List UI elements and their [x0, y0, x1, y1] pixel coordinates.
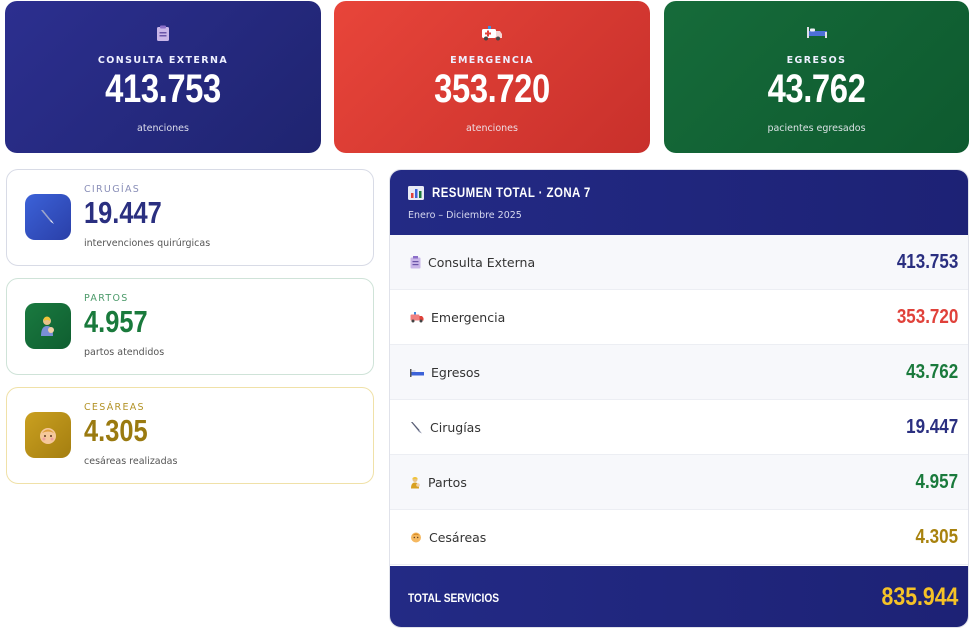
stat-value: 4.957 [84, 304, 148, 339]
summary-total: TOTAL SERVICIOS 835.944 [390, 566, 968, 627]
table-row: Consulta Externa 413.753 [390, 235, 968, 290]
clipboard-icon [5, 25, 321, 43]
egresos-card: EGRESOS 43.762 pacientes egresados [664, 1, 969, 153]
summary-panel: RESUMEN TOTAL · ZONA 7 Enero – Diciembre… [389, 169, 969, 628]
bar-chart-icon [408, 185, 424, 200]
table-row: Emergencia 353.720 [390, 290, 968, 345]
card-subtitle: atenciones [466, 123, 518, 134]
card-label: EMERGENCIA [450, 55, 534, 66]
stat-value: 19.447 [84, 195, 162, 230]
cesareas-card: CESÁREAS 4.305 cesáreas realizadas [6, 387, 374, 484]
table-row: Egresos 43.762 [390, 345, 968, 400]
stat-subtitle: cesáreas realizadas [84, 456, 178, 467]
summary-title-text: RESUMEN TOTAL · ZONA 7 [432, 185, 591, 200]
total-label: TOTAL SERVICIOS [408, 590, 500, 605]
row-value: 413.753 [896, 250, 958, 273]
scalpel-icon [411, 421, 422, 433]
row-label: Partos [428, 474, 467, 490]
ambulance-icon [410, 311, 424, 322]
consulta-externa-card: CONSULTA EXTERNA 413.753 atenciones [5, 1, 321, 153]
emergencia-card: EMERGENCIA 353.720 atenciones [334, 1, 650, 153]
row-value: 4.305 [915, 525, 958, 548]
baby-icon [25, 412, 71, 458]
row-value: 4.957 [915, 470, 958, 493]
summary-subtitle: Enero – Diciembre 2025 [408, 210, 522, 221]
scalpel-icon [25, 194, 71, 240]
stat-label: CESÁREAS [84, 402, 145, 413]
bed-icon [410, 368, 424, 377]
partos-card: PARTOS 4.957 partos atendidos [6, 278, 374, 375]
card-label: EGRESOS [786, 55, 847, 66]
row-label: Emergencia [431, 309, 506, 325]
row-label: Consulta Externa [428, 254, 536, 270]
table-row: Cesáreas 4.305 [390, 510, 968, 565]
card-value: 413.753 [105, 67, 221, 111]
row-value: 353.720 [896, 305, 958, 328]
stat-label: PARTOS [84, 293, 129, 304]
row-value: 43.762 [906, 360, 958, 383]
total-value: 835.944 [881, 583, 958, 611]
row-label: Egresos [431, 364, 481, 380]
stat-subtitle: partos atendidos [84, 347, 165, 358]
stat-value: 4.305 [84, 413, 148, 448]
card-subtitle: pacientes egresados [767, 123, 866, 134]
bed-icon [664, 25, 969, 43]
ambulance-icon [334, 25, 650, 43]
dashboard: CONSULTA EXTERNA 413.753 atenciones EMER… [0, 0, 969, 628]
table-row: Partos 4.957 [390, 455, 968, 510]
stat-subtitle: intervenciones quirúrgicas [84, 238, 211, 249]
card-label: CONSULTA EXTERNA [97, 55, 229, 66]
summary-title: RESUMEN TOTAL · ZONA 7 [408, 185, 619, 200]
row-value: 19.447 [906, 415, 958, 438]
clipboard-icon [410, 255, 421, 268]
row-label: Cirugías [430, 419, 481, 435]
table-row: Cirugías 19.447 [390, 400, 968, 455]
card-value: 43.762 [767, 67, 866, 111]
card-value: 353.720 [434, 67, 550, 111]
mother-icon [25, 303, 71, 349]
summary-header: RESUMEN TOTAL · ZONA 7 Enero – Diciembre… [390, 170, 968, 235]
stat-label: CIRUGÍAS [84, 184, 141, 195]
card-subtitle: atenciones [137, 123, 189, 134]
mother-icon [411, 476, 420, 488]
baby-icon [411, 532, 421, 543]
cirugias-card: CIRUGÍAS 19.447 intervenciones quirúrgic… [6, 169, 374, 266]
row-label: Cesáreas [429, 529, 487, 545]
